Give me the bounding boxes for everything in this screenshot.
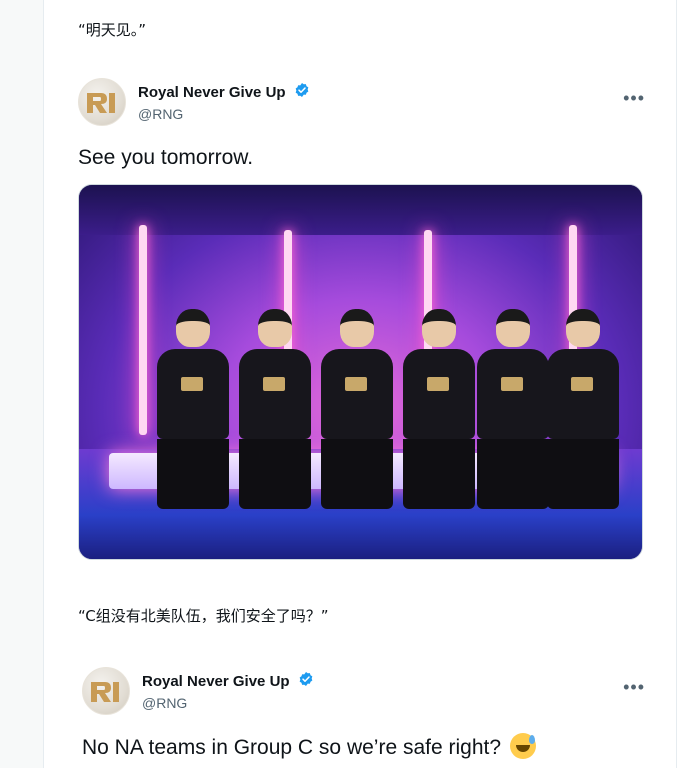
author-block: Royal Never Give Up @RNG: [142, 671, 314, 711]
neon-light: [139, 225, 147, 435]
player-figure: [403, 309, 475, 509]
player-figure: [477, 309, 549, 509]
more-options-icon[interactable]: •••: [623, 677, 645, 698]
display-name[interactable]: Royal Never Give Up: [138, 84, 286, 101]
tweet-text-content: No NA teams in Group C so we’re safe rig…: [82, 736, 502, 759]
rng-logo-icon: [87, 93, 115, 113]
author-block: Royal Never Give Up @RNG: [138, 82, 310, 122]
tweet-card[interactable]: Royal Never Give Up @RNG ••• No NA teams…: [82, 665, 645, 760]
left-gutter: [0, 0, 44, 768]
translation-caption: “明天见。”: [78, 21, 147, 39]
display-name[interactable]: Royal Never Give Up: [142, 673, 290, 690]
tweet-text: No NA teams in Group C so we’re safe rig…: [82, 733, 645, 760]
player-figure: [157, 309, 229, 509]
rng-logo-icon: [91, 682, 119, 702]
verified-badge-icon: [298, 671, 314, 692]
player-figure: [547, 309, 619, 509]
translation-caption: “C组没有北美队伍，我们安全了吗？”: [78, 607, 329, 625]
more-options-icon[interactable]: •••: [623, 88, 645, 109]
tweet-text: See you tomorrow.: [78, 146, 254, 169]
tweet-media-photo[interactable]: [78, 184, 643, 560]
verified-badge-icon: [294, 82, 310, 103]
handle[interactable]: @RNG: [138, 106, 310, 122]
handle[interactable]: @RNG: [142, 695, 314, 711]
photo-ceiling: [79, 185, 642, 235]
avatar[interactable]: [82, 667, 130, 715]
sweat-smile-emoji-icon: [509, 733, 536, 759]
tweet-header: Royal Never Give Up @RNG •••: [78, 76, 645, 128]
player-figure: [239, 309, 311, 509]
tweet-header: Royal Never Give Up @RNG •••: [82, 665, 645, 717]
avatar[interactable]: [78, 78, 126, 126]
player-figure: [321, 309, 393, 509]
tweet-card[interactable]: Royal Never Give Up @RNG ••• See you tom…: [78, 76, 645, 560]
